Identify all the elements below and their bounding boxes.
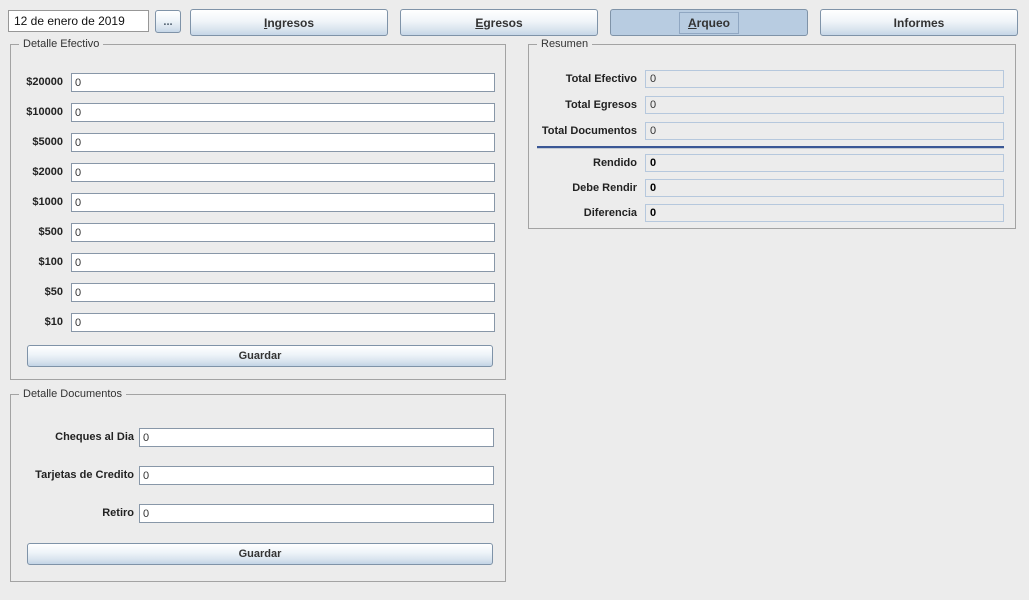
documento-input-tarjetas-de-credito[interactable] xyxy=(139,466,494,485)
summary-total-row: Total Efectivo 0 xyxy=(529,70,1015,89)
nav-button-informes[interactable]: Informes xyxy=(820,9,1018,36)
denomination-label: $10000 xyxy=(11,103,63,122)
summary-field-total-efectivo: 0 xyxy=(645,70,1004,88)
detalle-efectivo-panel: Detalle Efectivo Guardar $20000$10000$50… xyxy=(10,44,506,380)
detalle-documentos-title: Detalle Documentos xyxy=(19,387,126,401)
arqueo-window: { "toolbar": { "date_value": "12 de ener… xyxy=(0,0,1029,600)
summary-field-rendido: 0 xyxy=(645,154,1004,172)
denomination-row: $500 xyxy=(11,223,505,242)
denomination-row: $5000 xyxy=(11,133,505,152)
denomination-input-500[interactable] xyxy=(71,223,495,242)
summary-total-label: Total Egresos xyxy=(529,96,637,115)
documento-row: Retiro xyxy=(11,504,505,523)
resumen-title: Resumen xyxy=(537,37,592,51)
denomination-input-100[interactable] xyxy=(71,253,495,272)
documento-input-retiro[interactable] xyxy=(139,504,494,523)
denomination-label: $100 xyxy=(11,253,63,272)
detalle-documentos-panel: Detalle Documentos Guardar Cheques al Di… xyxy=(10,394,506,582)
date-picker-button[interactable]: ... xyxy=(155,10,181,33)
denomination-input-1000[interactable] xyxy=(71,193,495,212)
documento-row: Cheques al Dia xyxy=(11,428,505,447)
summary-result-label: Rendido xyxy=(529,154,637,173)
denomination-label: $50 xyxy=(11,283,63,302)
denomination-row: $50 xyxy=(11,283,505,302)
summary-total-row: Total Documentos 0 xyxy=(529,122,1015,141)
summary-result-label: Diferencia xyxy=(529,204,637,223)
denomination-label: $2000 xyxy=(11,163,63,182)
denomination-label: $1000 xyxy=(11,193,63,212)
nav-button-arqueo[interactable]: Arqueo xyxy=(610,9,808,36)
denomination-row: $2000 xyxy=(11,163,505,182)
denomination-input-20000[interactable] xyxy=(71,73,495,92)
denomination-label: $10 xyxy=(11,313,63,332)
summary-total-label: Total Documentos xyxy=(529,122,637,141)
summary-result-row: Diferencia 0 xyxy=(529,204,1015,223)
denomination-row: $100 xyxy=(11,253,505,272)
nav-button-label: Egresos xyxy=(466,12,531,34)
resumen-panel: Resumen Total Efectivo0Total Egresos0Tot… xyxy=(528,44,1016,229)
summary-field-total-documentos: 0 xyxy=(645,122,1004,140)
denomination-input-10000[interactable] xyxy=(71,103,495,122)
summary-total-row: Total Egresos 0 xyxy=(529,96,1015,115)
summary-result-row: Rendido 0 xyxy=(529,154,1015,173)
denomination-label: $20000 xyxy=(11,73,63,92)
denomination-row: $10000 xyxy=(11,103,505,122)
summary-total-label: Total Efectivo xyxy=(529,70,637,89)
nav-button-label: Arqueo xyxy=(679,12,739,34)
documento-input-cheques-al-dia[interactable] xyxy=(139,428,494,447)
summary-field-debe-rendir: 0 xyxy=(645,179,1004,197)
denomination-label: $5000 xyxy=(11,133,63,152)
guardar-efectivo-button[interactable]: Guardar xyxy=(27,345,493,367)
documento-label: Cheques al Dia xyxy=(11,428,134,447)
documento-row: Tarjetas de Credito xyxy=(11,466,505,485)
summary-field-diferencia: 0 xyxy=(645,204,1004,222)
denomination-row: $10 xyxy=(11,313,505,332)
detalle-efectivo-title: Detalle Efectivo xyxy=(19,37,103,51)
denomination-input-50[interactable] xyxy=(71,283,495,302)
summary-result-row: Debe Rendir 0 xyxy=(529,179,1015,198)
denomination-row: $20000 xyxy=(11,73,505,92)
nav-button-egresos[interactable]: Egresos xyxy=(400,9,598,36)
nav-button-label: Ingresos xyxy=(255,12,323,34)
guardar-documentos-button[interactable]: Guardar xyxy=(27,543,493,565)
summary-result-label: Debe Rendir xyxy=(529,179,637,198)
date-input[interactable] xyxy=(8,10,149,32)
denomination-input-2000[interactable] xyxy=(71,163,495,182)
denomination-input-10[interactable] xyxy=(71,313,495,332)
documento-label: Tarjetas de Credito xyxy=(11,466,134,485)
documento-label: Retiro xyxy=(11,504,134,523)
summary-separator xyxy=(537,146,1004,148)
denomination-label: $500 xyxy=(11,223,63,242)
nav-button-ingresos[interactable]: Ingresos xyxy=(190,9,388,36)
nav-button-label: Informes xyxy=(885,12,954,34)
summary-field-total-egresos: 0 xyxy=(645,96,1004,114)
denomination-input-5000[interactable] xyxy=(71,133,495,152)
denomination-row: $1000 xyxy=(11,193,505,212)
